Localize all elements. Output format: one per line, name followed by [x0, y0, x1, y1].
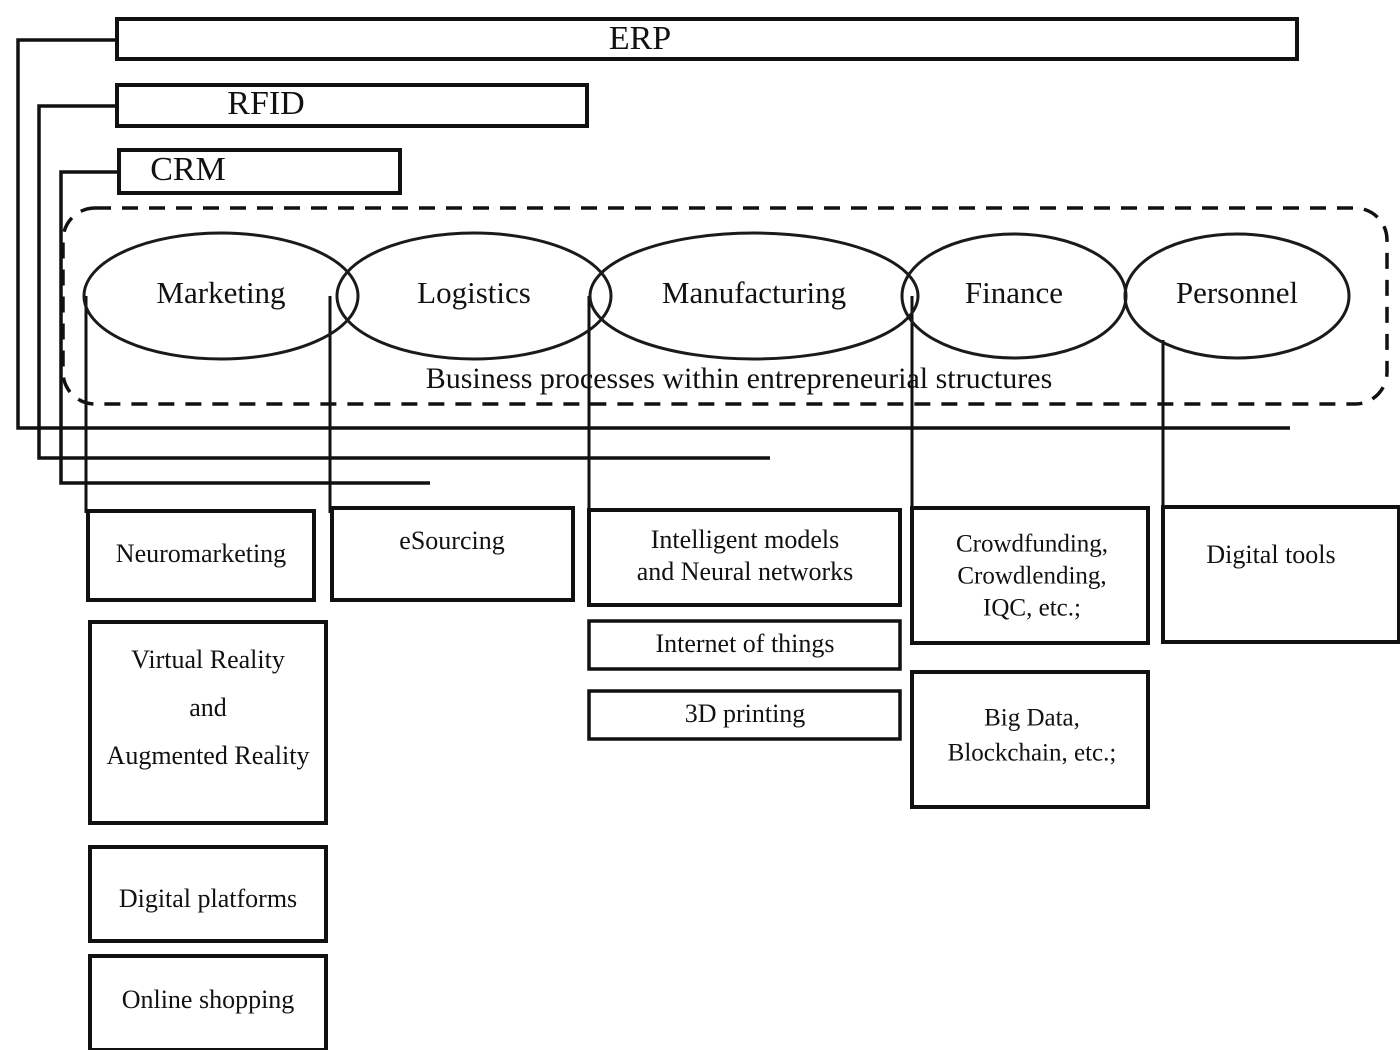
leaf-box-online-shopping[interactable]: Online shopping: [88, 954, 328, 1050]
diagram-canvas: ERP RFID CRM Marketing Logistics Manufac…: [16, 17, 1400, 1050]
process-ellipse-marketing[interactable]: Marketing: [82, 231, 360, 361]
process-ellipse-manufacturing[interactable]: Manufacturing: [588, 231, 920, 361]
leaf-box-digital-platforms[interactable]: Digital platforms: [88, 845, 328, 943]
intelligent-models-line-2: and Neural networks: [637, 557, 854, 586]
vr-ar-line-1: Virtual Reality: [131, 645, 285, 674]
crowdfunding-line-1: Crowdfunding,: [956, 531, 1108, 558]
top-box-rfid[interactable]: RFID: [115, 83, 589, 128]
leaf-box-big-data[interactable]: Big Data, Blockchain, etc.;: [910, 670, 1150, 809]
diagram-root: ERP RFID CRM Marketing Logistics Manufac…: [0, 0, 1400, 1050]
top-box-crm[interactable]: CRM: [117, 148, 402, 195]
leaf-box-vr-ar[interactable]: Virtual Reality and Augmented Reality: [88, 620, 328, 825]
digital-tools-line-1: Digital tools: [1206, 540, 1335, 569]
erp-box-label: ERP: [609, 20, 671, 57]
intelligent-models-line-1: Intelligent models: [651, 525, 839, 554]
marketing-label: Marketing: [156, 275, 285, 310]
rfid-box-rect[interactable]: [115, 83, 589, 128]
neuromarketing-line-1: Neuromarketing: [116, 539, 286, 568]
vr-ar-line-2: and: [189, 693, 227, 722]
digital-tools-rect[interactable]: [1161, 505, 1400, 644]
esourcing-line-1: eSourcing: [399, 526, 504, 555]
crm-box-label: CRM: [150, 151, 226, 188]
connector-crm: [59, 170, 430, 485]
3d-printing-line-1: 3D printing: [685, 699, 806, 728]
rfid-box-label: RFID: [227, 85, 304, 122]
process-ellipse-personnel[interactable]: Personnel: [1123, 232, 1351, 360]
digital-platforms-line-1: Digital platforms: [119, 884, 297, 913]
logistics-label: Logistics: [417, 275, 531, 310]
leaf-box-digital-tools[interactable]: Digital tools: [1161, 505, 1400, 644]
crowdfunding-line-3: IQC, etc.;: [983, 595, 1081, 622]
online-shopping-line-1: Online shopping: [122, 985, 295, 1014]
leaf-box-esourcing[interactable]: eSourcing: [330, 506, 575, 602]
big-data-line-1: Big Data,: [984, 705, 1080, 732]
leaf-box-intelligent-models[interactable]: Intelligent models and Neural networks: [587, 508, 902, 607]
internet-of-things-line-1: Internet of things: [655, 629, 834, 658]
finance-label: Finance: [965, 275, 1063, 310]
leaf-box-internet-of-things[interactable]: Internet of things: [587, 619, 902, 671]
process-ellipse-finance[interactable]: Finance: [900, 232, 1128, 360]
container-caption: Business processes within entrepreneuria…: [426, 362, 1053, 395]
personnel-label: Personnel: [1176, 275, 1298, 310]
big-data-line-2: Blockchain, etc.;: [948, 740, 1117, 767]
process-ellipse-logistics[interactable]: Logistics: [335, 231, 613, 361]
leaf-box-neuromarketing[interactable]: Neuromarketing: [86, 509, 316, 602]
leaf-box-crowdfunding[interactable]: Crowdfunding, Crowdlending, IQC, etc.;: [910, 506, 1150, 645]
erp-box-rect[interactable]: [115, 17, 1299, 61]
vr-ar-line-3: Augmented Reality: [107, 741, 310, 770]
leaf-box-3d-printing[interactable]: 3D printing: [587, 689, 902, 741]
crowdfunding-line-2: Crowdlending,: [957, 563, 1106, 590]
manufacturing-label: Manufacturing: [662, 275, 846, 310]
top-box-erp[interactable]: ERP: [115, 17, 1299, 61]
